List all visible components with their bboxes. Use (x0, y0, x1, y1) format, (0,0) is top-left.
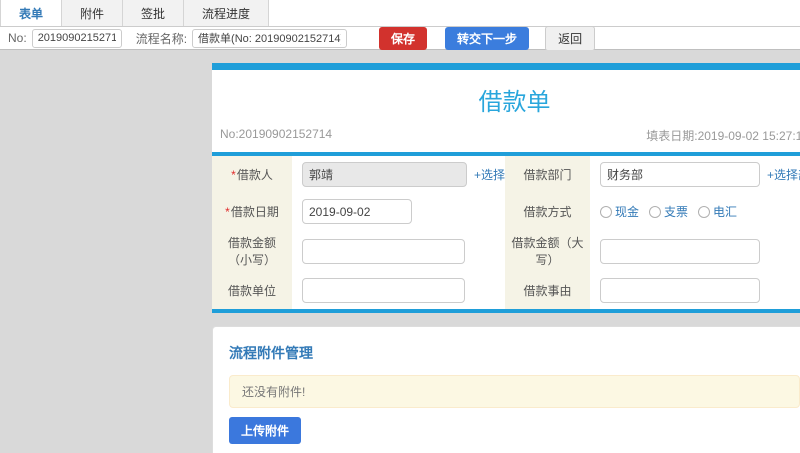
form-bottom-bar (212, 309, 800, 313)
upload-attachment-button[interactable]: 上传附件 (229, 417, 302, 444)
doc-number: No:20190902152714 (220, 127, 333, 141)
select-department-link[interactable]: +选择部门 (767, 166, 800, 183)
tab-bar: 表单 附件 签批 流程进度 (0, 0, 800, 27)
back-button[interactable]: 返回 (545, 25, 596, 51)
loan-reason-input[interactable] (600, 278, 760, 303)
attachment-panel-title: 流程附件管理 (229, 345, 313, 361)
doc-header: 借款单 No:20190902152714 填表日期:2019-09-02 15… (212, 70, 800, 152)
main-panel: 借款单 No:20190902152714 填表日期:2019-09-02 15… (212, 63, 800, 453)
page-title: 借款单 (478, 89, 551, 116)
radio-cheque[interactable]: 支票 (649, 203, 688, 220)
loan-reason-label: 借款事由 (505, 272, 590, 309)
loan-unit-input[interactable] (302, 278, 465, 303)
no-input[interactable] (31, 28, 122, 48)
no-attachment-alert: 还没有附件! (229, 375, 800, 408)
loan-date-input[interactable] (302, 199, 412, 224)
loan-method-radios: 现金 支票 电汇 (600, 203, 737, 220)
amount-small-input[interactable] (302, 238, 465, 264)
content-background: 借款单 No:20190902152714 填表日期:2019-09-02 15… (0, 50, 800, 453)
doc-fill-date: 填表日期:2019-09-02 15:27:14 (646, 129, 800, 143)
process-name-label: 流程名称: (135, 31, 188, 46)
process-name-input[interactable] (192, 28, 348, 48)
tab-progress[interactable]: 流程进度 (184, 0, 270, 26)
tab-attachment[interactable]: 附件 (62, 0, 124, 26)
radio-circle-icon (600, 205, 612, 218)
radio-circle-icon (649, 205, 662, 218)
department-input[interactable] (600, 162, 760, 187)
attachment-panel: 流程附件管理 还没有附件! 上传附件 (212, 326, 800, 453)
control-toolbar: No: 流程名称: 保存 转交下一步 返回 (0, 25, 800, 51)
loan-method-label: 借款方式 (505, 193, 590, 230)
borrower-input[interactable] (302, 162, 467, 187)
loan-date-label: *借款日期 (212, 193, 292, 230)
borrower-label: *借款人 (212, 156, 292, 193)
save-button[interactable]: 保存 (379, 26, 428, 50)
tab-form[interactable]: 表单 (0, 0, 63, 26)
loan-unit-label: 借款单位 (212, 272, 292, 309)
radio-cash[interactable]: 现金 (600, 203, 639, 220)
radio-circle-icon (698, 205, 711, 218)
department-label: 借款部门 (505, 156, 590, 193)
amount-big-input[interactable] (600, 238, 760, 264)
top-accent-bar (212, 63, 800, 70)
next-step-button[interactable]: 转交下一步 (445, 26, 530, 50)
amount-big-label: 借款金额（大写） (505, 230, 590, 272)
loan-form: *借款人 +选择人员 借款部门 +选择部门 *借款日期 借款方式 现金 支票 电… (212, 156, 800, 309)
tab-approval[interactable]: 签批 (123, 0, 185, 26)
amount-small-label: 借款金额（小写） (212, 230, 292, 272)
no-label: No: (8, 31, 27, 45)
radio-wire[interactable]: 电汇 (698, 203, 737, 220)
